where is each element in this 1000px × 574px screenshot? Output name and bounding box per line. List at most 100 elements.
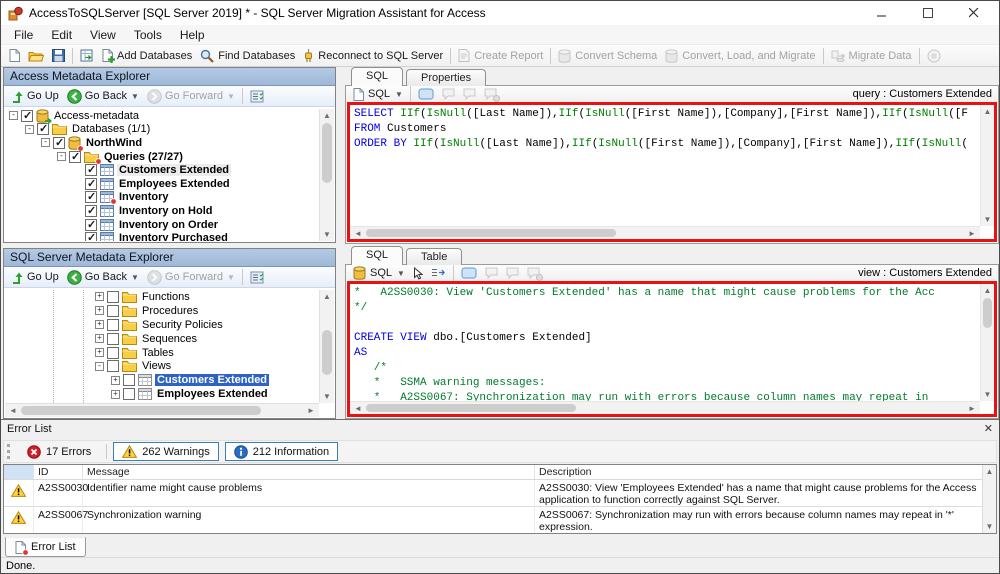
goto-declaration-icon-button[interactable]	[427, 266, 450, 281]
tree-checkbox[interactable]	[107, 347, 119, 359]
column-header-id[interactable]: ID	[34, 465, 83, 479]
chevron-down-icon[interactable]: ▼	[227, 92, 235, 101]
tab-properties[interactable]: Properties	[406, 69, 486, 86]
sql-go-back-button[interactable]: Go Back▼	[63, 268, 143, 287]
tree-item-inventory-on-order[interactable]: Inventory on Order	[5, 218, 319, 232]
close-icon[interactable]: ✕	[984, 422, 993, 435]
tree-expander[interactable]: +	[95, 334, 104, 343]
tree-expander[interactable]: +	[95, 292, 104, 301]
minimize-button[interactable]	[859, 1, 905, 25]
tree-item-customers-extended[interactable]: Customers Extended	[5, 163, 319, 177]
scroll-up-icon[interactable]: ▲	[320, 290, 334, 303]
tree-checkbox[interactable]	[107, 333, 119, 345]
tree-item-northwind[interactable]: -NorthWind	[5, 136, 319, 150]
scrollbar-thumb[interactable]	[366, 404, 576, 412]
table-row[interactable]: A2SS0030Identifier name might cause prob…	[4, 480, 996, 507]
scroll-down-icon[interactable]: ▼	[320, 390, 334, 403]
query-editor-horizontal-scrollbar[interactable]: ◄ ►	[350, 226, 980, 239]
scrollbar-thumb[interactable]	[21, 406, 261, 415]
tree-item-inventory[interactable]: Inventory	[5, 191, 319, 205]
tree-expander[interactable]: -	[95, 362, 104, 371]
scrollbar-thumb[interactable]	[322, 123, 332, 183]
scroll-down-icon[interactable]: ▼	[981, 388, 994, 401]
query-editor-vertical-scrollbar[interactable]: ▲ ▼	[980, 105, 994, 226]
tree-item-queries-27-27[interactable]: -Queries (27/27)	[5, 150, 319, 164]
tree-checkbox[interactable]	[107, 319, 119, 331]
tree-checkbox[interactable]	[107, 360, 119, 372]
query-sql-editor[interactable]: SELECT IIf(IsNull([Last Name]),IIf(IsNul…	[347, 102, 997, 242]
sql-go-up-button[interactable]: Go Up	[7, 268, 63, 287]
access-go-up-button[interactable]: Go Up	[7, 87, 63, 106]
access-tree-vertical-scrollbar[interactable]: ▲ ▼	[319, 109, 334, 241]
table-row[interactable]: A2SS0067Synchronization warningA2SS0067:…	[4, 507, 996, 534]
scroll-up-icon[interactable]: ▲	[983, 465, 996, 478]
sql-button[interactable]: SQL▼	[349, 87, 407, 102]
save-button[interactable]	[48, 46, 69, 66]
open-file-button[interactable]	[24, 46, 48, 66]
chevron-down-icon[interactable]: ▼	[227, 273, 235, 282]
tree-checkbox[interactable]	[53, 137, 65, 149]
tree-checkbox[interactable]	[85, 164, 97, 176]
tree-expander[interactable]: +	[95, 348, 104, 357]
menu-edit[interactable]: Edit	[42, 25, 81, 45]
tab-table[interactable]: Table	[406, 248, 462, 265]
scroll-left-icon[interactable]: ◄	[352, 227, 364, 239]
tree-checkbox[interactable]	[85, 178, 97, 190]
tree-item-inventory-purchased[interactable]: Inventory Purchased	[5, 231, 319, 241]
tree-expander[interactable]: -	[41, 138, 50, 147]
tree-checkbox[interactable]	[107, 305, 119, 317]
view-sql-editor[interactable]: * A2SS0030: View 'Customers Extended' ha…	[347, 281, 997, 417]
filter-262-warnings-button[interactable]: 262 Warnings	[113, 442, 218, 461]
scroll-up-icon[interactable]: ▲	[981, 105, 994, 118]
tree-checkbox[interactable]	[21, 110, 33, 122]
save-project-button[interactable]	[76, 46, 98, 66]
new-file-button[interactable]	[5, 46, 24, 66]
chevron-down-icon[interactable]: ▼	[395, 90, 403, 99]
scroll-left-icon[interactable]: ◄	[352, 402, 364, 414]
scroll-right-icon[interactable]: ►	[966, 227, 978, 239]
filter-212-information-button[interactable]: 212 Information	[225, 442, 338, 461]
chevron-down-icon[interactable]: ▼	[131, 273, 139, 282]
menu-view[interactable]: View	[81, 25, 125, 45]
tree-expander[interactable]: +	[111, 390, 120, 399]
scroll-right-icon[interactable]: ►	[966, 402, 978, 414]
access-view-settings-icon-button[interactable]	[246, 87, 268, 106]
tree-checkbox[interactable]	[85, 191, 97, 203]
access-go-back-button[interactable]: Go Back▼	[63, 87, 143, 106]
sql-tree-vertical-scrollbar[interactable]: ▲ ▼	[319, 290, 334, 403]
find-databases-button[interactable]: Find Databases	[196, 46, 299, 66]
filter-17-errors-button[interactable]: 17 Errors	[18, 442, 100, 461]
close-button[interactable]	[951, 1, 997, 25]
scroll-right-icon[interactable]: ►	[305, 404, 317, 417]
tree-checkbox[interactable]	[37, 123, 49, 135]
tree-checkbox[interactable]	[85, 205, 97, 217]
sql-tree-horizontal-scrollbar[interactable]: ◄ ►	[5, 403, 319, 417]
design-mode-icon-button[interactable]	[414, 87, 438, 102]
tree-expander[interactable]: -	[25, 125, 34, 134]
tab-sql[interactable]: SQL	[351, 67, 403, 86]
scrollbar-thumb[interactable]	[322, 330, 332, 375]
tree-item-inventory-on-hold[interactable]: Inventory on Hold	[5, 204, 319, 218]
sql-view-settings-icon-button[interactable]	[246, 268, 268, 287]
tree-expander[interactable]: +	[111, 376, 120, 385]
add-databases-button[interactable]: Add Databases	[98, 46, 196, 66]
tree-item-access-metadata[interactable]: -Access-metadata	[5, 109, 319, 123]
tree-checkbox[interactable]	[107, 291, 119, 303]
tree-checkbox[interactable]	[85, 219, 97, 231]
tree-checkbox[interactable]	[123, 388, 135, 400]
view-editor-vertical-scrollbar[interactable]: ▲ ▼	[980, 284, 994, 401]
tree-expander[interactable]: +	[95, 320, 104, 329]
scroll-up-icon[interactable]: ▲	[320, 109, 334, 122]
chevron-down-icon[interactable]: ▼	[131, 92, 139, 101]
view-editor-horizontal-scrollbar[interactable]: ◄ ►	[350, 401, 980, 414]
tree-expander[interactable]: +	[95, 306, 104, 315]
tree-checkbox[interactable]	[85, 232, 97, 241]
scrollbar-thumb[interactable]	[366, 229, 616, 237]
tab-error-list[interactable]: Error List	[5, 537, 86, 557]
tree-checkbox[interactable]	[69, 151, 81, 163]
tree-checkbox[interactable]	[123, 374, 135, 386]
menu-file[interactable]: File	[5, 25, 42, 45]
tree-item-employees-extended[interactable]: Employees Extended	[5, 177, 319, 191]
chevron-down-icon[interactable]: ▼	[397, 269, 405, 278]
tree-expander[interactable]: -	[57, 152, 66, 161]
